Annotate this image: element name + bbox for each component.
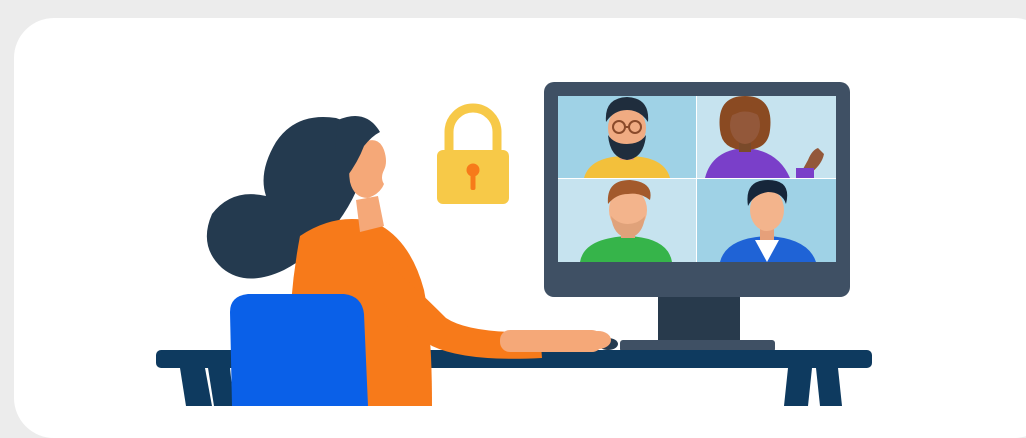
monitor-stand [658,294,740,342]
participant-tile-bottom-right [697,179,836,262]
chair [230,294,368,406]
video-call-illustration [156,82,872,406]
participant-tile-top-left [558,96,696,178]
lock-icon [437,103,509,204]
participant-tile-bottom-left [558,179,696,262]
video-grid [558,96,836,262]
participant-tile-top-right [697,96,836,178]
